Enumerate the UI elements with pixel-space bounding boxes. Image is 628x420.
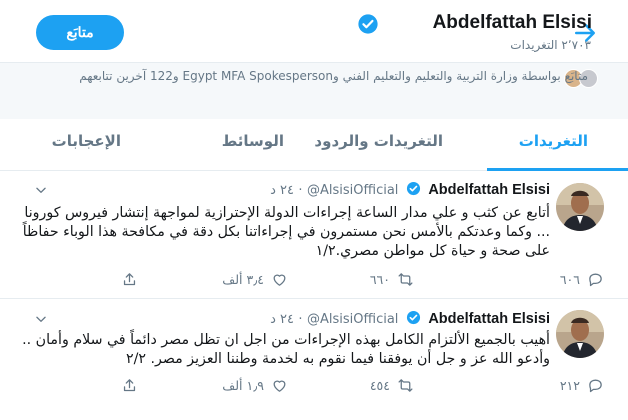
share-icon [123,379,136,392]
chevron-down-icon[interactable] [34,312,48,326]
tweet-text: أتابع عن كثب و علي مدار الساعة إجراءات ا… [22,205,550,259]
reply-count: ٦٠٦ [559,272,580,287]
tweet-count: ٢٬٧٠٣ التغريدات [510,38,591,52]
verified-badge-icon [406,310,420,325]
tab-likes[interactable]: الإعجابات [52,132,121,150]
reply-icon [589,273,602,287]
tweet-author-name[interactable]: Abdelfattah Elsisi [428,311,550,327]
verified-badge-icon [406,181,420,196]
retweet-icon [398,379,413,392]
tweet-handle[interactable]: @AlsisiOfficial [307,312,398,327]
followed-by-strip: متابَع بواسطة وزارة التربية والتعليم وال… [0,62,628,119]
like-count: ٣٫٤ ألف [222,272,264,287]
like-count: ١٫٩ ألف [222,378,264,393]
reply-button[interactable]: ٦٠٦ [560,271,604,288]
heart-icon [273,274,286,286]
share-button[interactable] [121,271,138,288]
tweet-time[interactable]: ٢٤ د [270,183,294,198]
reply-icon [589,379,602,393]
separator-dot: · [298,312,303,327]
reply-button[interactable]: ٢١٢ [560,377,604,394]
chevron-down-icon[interactable] [34,183,48,197]
retweet-button[interactable]: ٤٥٤ [370,377,414,394]
tweet-author-name[interactable]: Abdelfattah Elsisi [428,182,550,198]
retweet-icon [398,273,413,286]
tweet[interactable]: Abdelfattah Elsisi @AlsisiOfficial · ٢٤ … [0,298,628,420]
tab-tweets[interactable]: التغريدات [519,132,588,150]
tweet-handle[interactable]: @AlsisiOfficial [307,183,398,198]
tab-media[interactable]: الوسائط [222,132,284,150]
verified-badge-icon [358,14,378,34]
followed-by-text[interactable]: متابَع بواسطة وزارة التربية والتعليم وال… [20,66,588,86]
tweet-text: أهيب بالجميع الألتزام الكامل بهذه الإجرا… [22,332,550,367]
reply-count: ٢١٢ [559,378,580,393]
profile-tabs: التغريدات التغريدات والردود الوسائط الإع… [0,118,628,171]
tweet-actions: ٦٠٦ ٦٦٠ ٣٫٤ ألف [0,271,628,291]
avatar-image [556,183,604,231]
tweet-time[interactable]: ٢٤ د [270,312,294,327]
retweet-count: ٤٥٤ [369,378,390,393]
tweet-header: Abdelfattah Elsisi @AlsisiOfficial · ٢٤ … [270,181,550,198]
retweet-button[interactable]: ٦٦٠ [370,271,414,288]
avatar-image [556,310,604,358]
following-button[interactable]: متابَع [36,15,124,50]
tweet[interactable]: Abdelfattah Elsisi @AlsisiOfficial · ٢٤ … [0,171,628,299]
profile-name: Abdelfattah Elsisi [432,12,592,33]
heart-icon [273,380,286,392]
like-button[interactable]: ١٫٩ ألف [222,377,288,394]
avatar[interactable] [556,310,604,358]
tweet-actions: ٢١٢ ٤٥٤ ١٫٩ ألف [0,377,628,397]
share-icon [123,273,136,286]
retweet-count: ٦٦٠ [369,272,390,287]
like-button[interactable]: ٣٫٤ ألف [222,271,288,288]
share-button[interactable] [121,377,138,394]
avatar[interactable] [556,183,604,231]
tweet-header: Abdelfattah Elsisi @AlsisiOfficial · ٢٤ … [270,310,550,327]
separator-dot: · [298,183,303,198]
tab-tweets-and-replies[interactable]: التغريدات والردود [314,132,443,150]
